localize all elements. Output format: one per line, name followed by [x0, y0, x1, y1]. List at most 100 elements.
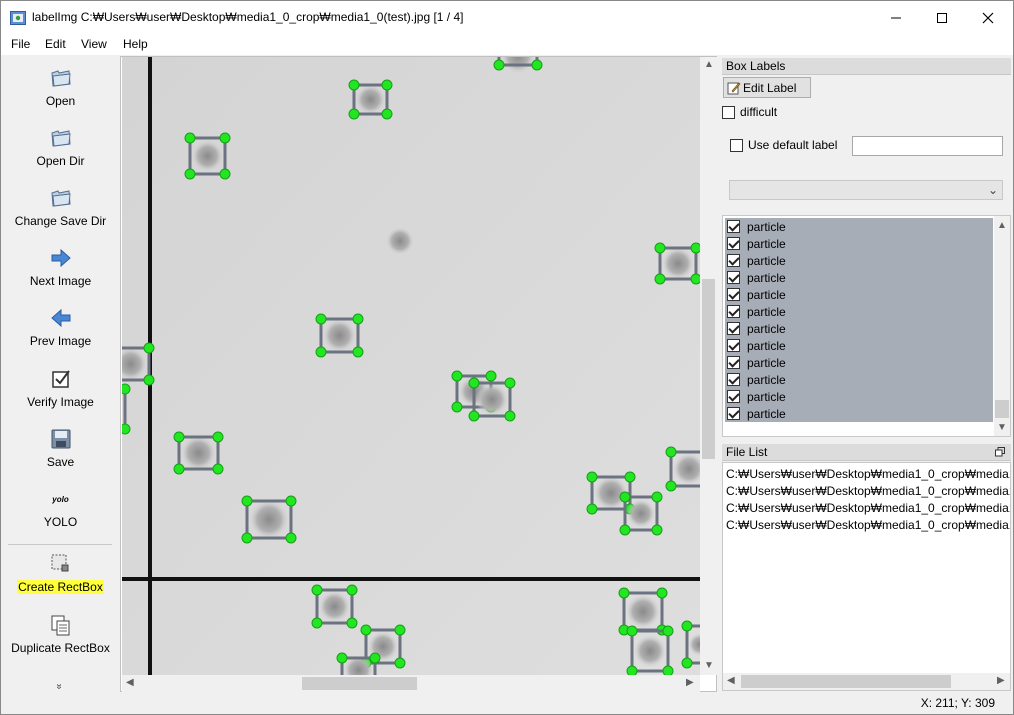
bounding-box-handle[interactable] [619, 491, 631, 503]
label-list-item[interactable]: particle [725, 388, 993, 405]
bounding-box-handle[interactable] [493, 59, 505, 71]
bounding-box-handle[interactable] [336, 652, 348, 664]
open-dir-button[interactable]: Open Dir [2, 126, 119, 168]
bounding-box-handle[interactable] [654, 242, 666, 254]
bounding-box-handle[interactable] [369, 652, 381, 664]
bounding-box-handle[interactable] [665, 480, 677, 492]
prev-image-button[interactable]: Prev Image [2, 306, 119, 348]
bounding-box-handle[interactable] [184, 168, 196, 180]
file-list-scroll-thumb[interactable] [741, 675, 951, 688]
change-save-dir-button[interactable]: Change Save Dir [2, 186, 119, 228]
bounding-box-handle[interactable] [586, 503, 598, 515]
canvas-horizontal-scroll-thumb[interactable] [302, 677, 417, 690]
bounding-box-handle[interactable] [381, 108, 393, 120]
open-button[interactable]: Open [2, 66, 119, 108]
default-label-input[interactable] [852, 136, 1003, 156]
canvas-vertical-scrollbar[interactable]: ▲ ▼ [700, 57, 717, 675]
bounding-box-handle[interactable] [451, 401, 463, 413]
bounding-box-handle[interactable] [504, 377, 516, 389]
bounding-box-handle[interactable] [690, 273, 700, 285]
bounding-box-handle[interactable] [348, 108, 360, 120]
scroll-up-icon[interactable]: ▲ [997, 221, 1007, 231]
label-visible-checkbox[interactable] [727, 220, 740, 233]
bounding-box-handle[interactable] [315, 346, 327, 358]
label-list-scroll-thumb[interactable] [995, 400, 1009, 418]
bounding-box-handle[interactable] [241, 495, 253, 507]
canvas-horizontal-scrollbar[interactable]: ◀ ▶ [122, 675, 700, 692]
bounding-box-handle[interactable] [311, 617, 323, 629]
edit-label-button[interactable]: Edit Label [723, 77, 811, 98]
create-rectbox-button[interactable]: Create RectBox [2, 552, 119, 594]
image-canvas[interactable] [122, 57, 700, 675]
bounding-box-handle[interactable] [219, 132, 231, 144]
bounding-box-handle[interactable] [352, 313, 364, 325]
bounding-box-handle[interactable] [586, 471, 598, 483]
scroll-left-icon[interactable]: ◀ [126, 678, 134, 688]
maximize-button[interactable] [919, 1, 965, 34]
bounding-box-handle[interactable] [381, 79, 393, 91]
bounding-box-handle[interactable] [143, 374, 155, 386]
label-visible-checkbox[interactable] [727, 254, 740, 267]
bounding-box-handle[interactable] [654, 273, 666, 285]
bounding-box-handle[interactable] [681, 657, 693, 669]
save-button[interactable]: Save [2, 427, 119, 469]
bounding-box-handle[interactable] [690, 242, 700, 254]
label-list-item[interactable]: particle [725, 218, 993, 235]
file-list-horizontal-scrollbar[interactable]: ◀ ▶ [723, 673, 1010, 690]
scroll-up-icon[interactable]: ▲ [704, 60, 714, 70]
file-list-item[interactable]: C:₩Users₩user₩Desktop₩media1_0_crop₩medi… [726, 501, 1010, 515]
canvas-vertical-scroll-thumb[interactable] [702, 279, 715, 459]
bounding-box-handle[interactable] [346, 617, 358, 629]
scroll-right-icon[interactable]: ▶ [997, 676, 1005, 686]
bounding-box-handle[interactable] [348, 79, 360, 91]
difficult-checkbox[interactable]: difficult [721, 105, 777, 120]
bounding-box-handle[interactable] [656, 587, 668, 599]
bounding-box-handle[interactable] [212, 431, 224, 443]
bounding-box-handle[interactable] [122, 423, 131, 435]
label-visible-checkbox[interactable] [727, 390, 740, 403]
file-list-item[interactable]: C:₩Users₩user₩Desktop₩media1_0_crop₩medi… [726, 467, 1010, 481]
bounding-box-handle[interactable] [315, 313, 327, 325]
bounding-box-handle[interactable] [173, 431, 185, 443]
label-visible-checkbox[interactable] [727, 237, 740, 250]
scroll-right-icon[interactable]: ▶ [686, 678, 694, 688]
menu-edit[interactable]: Edit [45, 37, 66, 51]
bounding-box-handle[interactable] [504, 410, 516, 422]
bounding-box-handle[interactable] [360, 624, 372, 636]
label-list-item[interactable]: particle [725, 252, 993, 269]
label-combo-box[interactable]: ⌄ [729, 180, 1003, 200]
verify-image-button[interactable]: Verify Image [2, 367, 119, 409]
bounding-box-handle[interactable] [619, 524, 631, 536]
bounding-box-handle[interactable] [212, 463, 224, 475]
canvas-image[interactable] [122, 57, 700, 675]
label-list-item[interactable]: particle [725, 354, 993, 371]
bounding-box-handle[interactable] [651, 491, 663, 503]
bounding-box-handle[interactable] [285, 532, 297, 544]
menu-help[interactable]: Help [123, 37, 148, 51]
close-button[interactable] [965, 1, 1011, 34]
menu-file[interactable]: File [11, 37, 30, 51]
label-list-item[interactable]: particle [725, 405, 993, 422]
bounding-box-handle[interactable] [665, 446, 677, 458]
bounding-box-handle[interactable] [346, 584, 358, 596]
menu-view[interactable]: View [81, 37, 107, 51]
bounding-box-handle[interactable] [311, 584, 323, 596]
label-visible-checkbox[interactable] [727, 373, 740, 386]
bounding-box-handle[interactable] [352, 346, 364, 358]
difficult-check-icon[interactable] [722, 106, 735, 120]
scroll-left-icon[interactable]: ◀ [727, 676, 735, 686]
file-list-item[interactable]: C:₩Users₩user₩Desktop₩media1_0_crop₩medi… [726, 484, 1010, 498]
bounding-box-handle[interactable] [219, 168, 231, 180]
bounding-box-handle[interactable] [624, 471, 636, 483]
bounding-box-handle[interactable] [651, 524, 663, 536]
label-list[interactable]: particle particle particle particle particle… [722, 215, 1011, 437]
bounding-box-handle[interactable] [451, 370, 463, 382]
bounding-box-handle[interactable] [394, 624, 406, 636]
toolbar-more-icon[interactable]: » [53, 684, 64, 690]
bounding-box-handle[interactable] [662, 665, 674, 675]
minimize-button[interactable] [873, 1, 919, 34]
label-list-item[interactable]: particle [725, 235, 993, 252]
bounding-box-handle[interactable] [618, 587, 630, 599]
label-visible-checkbox[interactable] [727, 407, 740, 420]
bounding-box-handle[interactable] [184, 132, 196, 144]
